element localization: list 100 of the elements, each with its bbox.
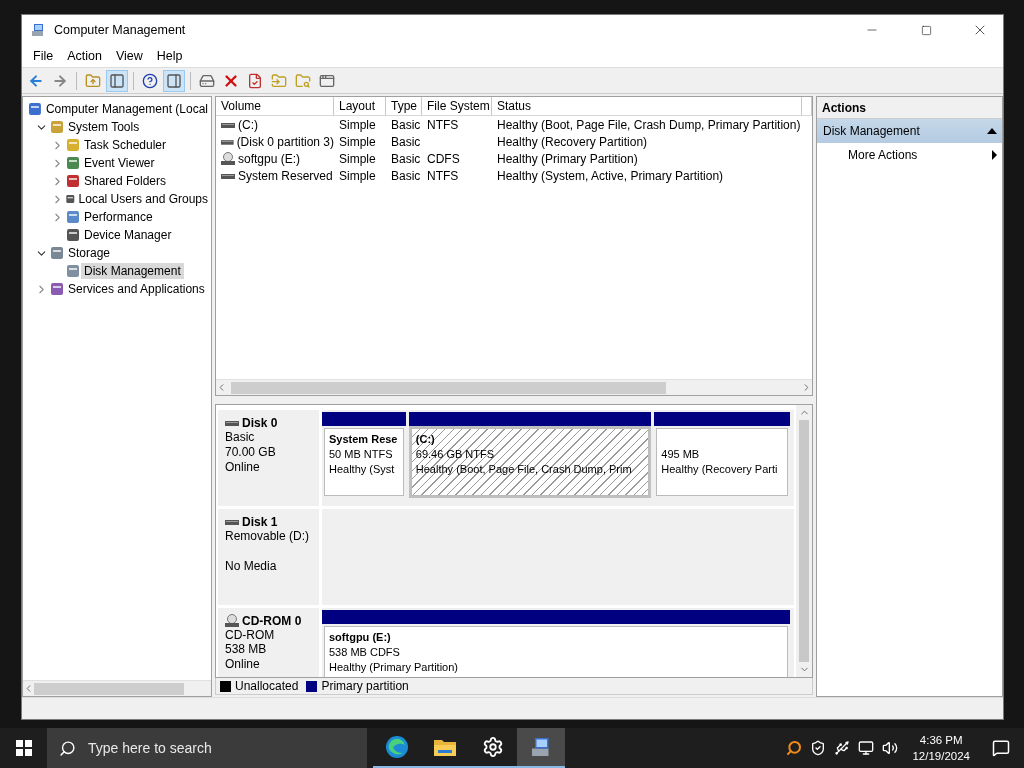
tree-item[interactable]: Computer Management (Local [42, 101, 211, 117]
window-title: Computer Management [54, 23, 187, 37]
partition-title: (C:) [415, 432, 435, 447]
panel-left-icon [109, 72, 125, 89]
forward-arrow-icon [52, 72, 68, 89]
section-title: Disk Management [823, 124, 920, 138]
tree-node-icon [49, 281, 65, 297]
tree-item[interactable]: Event Viewer [81, 155, 158, 171]
menu-item[interactable]: Help [149, 49, 190, 63]
disk-info-text: Removable (D:) [225, 529, 311, 544]
panel-right-icon [166, 72, 182, 89]
folder-search-icon [295, 72, 311, 89]
table-cell: Basic [391, 151, 421, 166]
clock-date: 12/19/2024 [912, 749, 970, 764]
tree-item[interactable]: Services and Applications [65, 281, 208, 297]
tree-item[interactable]: Performance [81, 209, 156, 225]
table-cell: Simple [339, 151, 376, 166]
shield-icon[interactable] [810, 740, 827, 756]
table-cell: Healthy (System, Active, Primary Partition) [497, 168, 724, 183]
partition-box[interactable]: 495 MB Healthy (Recovery Parti [656, 428, 788, 496]
drive-icon [199, 72, 215, 89]
tree-item[interactable]: Device Manager [81, 227, 175, 243]
tree-item[interactable]: Task Scheduler [81, 137, 170, 153]
disk-name: CD-ROM 0 [242, 614, 302, 628]
table-cell: NTFS [427, 117, 459, 132]
tree-node-icon [65, 209, 81, 225]
folder-up-icon [85, 72, 101, 89]
table-cell: Simple [339, 134, 376, 149]
tree-node-icon [49, 245, 65, 261]
partition-box[interactable]: softgpu (E:) 538 MB CDFS Healthy (Primary Partition) [324, 626, 788, 677]
disk-info-text: 70.00 GB [225, 445, 277, 460]
network-icon[interactable] [858, 740, 875, 756]
partition-text: Healthy (Syst [329, 462, 395, 477]
partition-text: 50 MB NTFS [329, 447, 393, 462]
column-header[interactable]: Type [386, 97, 422, 116]
search-icon [59, 739, 76, 757]
cd-drive-icon [225, 614, 239, 628]
tree-node-icon [65, 263, 81, 279]
disk-info-text: Basic [225, 430, 256, 445]
vertical-scrollbar[interactable] [796, 405, 812, 677]
folder-arrow-icon [271, 72, 287, 89]
partition-text: 495 MB [661, 447, 700, 462]
volume-icon[interactable] [882, 740, 899, 756]
table-cell: Basic [391, 134, 421, 149]
menu-item[interactable]: File [26, 49, 61, 63]
legend-label: Primary partition [321, 679, 409, 693]
menu-item[interactable]: Action [60, 49, 109, 63]
partition-box[interactable]: (C:) 69.46 GB NTFS Healthy (Boot, Page File, Crash Dump, Prim [410, 428, 650, 496]
table-cell: (C:) [238, 117, 258, 132]
table-cell: System Reserved [238, 168, 333, 183]
clock[interactable]: 4:36 PM 12/19/2024 [912, 732, 970, 764]
horizontal-scrollbar[interactable] [216, 379, 812, 395]
table-cell: softgpu (E:) [238, 151, 301, 166]
disk-name: Disk 1 [242, 515, 278, 529]
legend-label: Unallocated [235, 679, 299, 693]
partition-box[interactable]: System Rese 50 MB NTFS Healthy (Syst [324, 428, 404, 496]
actions-header: Actions [817, 97, 1002, 119]
tree-item[interactable]: Disk Management [81, 263, 184, 279]
search-field[interactable]: Type here to search [47, 728, 367, 768]
collapse-triangle-icon[interactable] [987, 128, 997, 134]
table-cell: Simple [339, 168, 376, 183]
partition-title: System Rese [329, 432, 398, 447]
browser-icon [385, 735, 409, 759]
tree-item[interactable]: Shared Folders [81, 173, 170, 189]
notifications-icon[interactable] [992, 739, 1010, 757]
file-check-icon [247, 72, 263, 89]
horizontal-scrollbar[interactable] [23, 680, 211, 696]
disk-info-text: CD-ROM [225, 628, 276, 643]
column-header[interactable]: Volume [216, 97, 334, 116]
tree-node-icon [49, 119, 65, 135]
window-icon [319, 72, 335, 89]
menu-item[interactable]: View [108, 49, 150, 63]
tree-item[interactable]: Storage [65, 245, 114, 261]
column-header[interactable]: File System [422, 97, 492, 116]
table-cell: Simple [339, 117, 376, 132]
partition-text: 538 MB CDFS [329, 645, 400, 660]
tree-node-icon [65, 137, 81, 153]
action-pane-button[interactable] [163, 69, 185, 92]
actions-section[interactable]: Disk Management [817, 119, 1002, 143]
table-cell: Healthy (Recovery Partition) [497, 134, 648, 149]
disk-name: Disk 0 [242, 416, 278, 430]
folder-icon [433, 737, 457, 757]
disk-info-text: Online [225, 460, 261, 475]
usb-icon[interactable] [834, 740, 851, 756]
disk-info-text: 538 MB [225, 642, 268, 657]
search-tool-icon[interactable] [786, 740, 803, 756]
partition-text: Healthy (Recovery Parti [661, 462, 778, 477]
partition-text: Healthy (Boot, Page File, Crash Dump, Prim [415, 462, 632, 477]
action-link[interactable]: More Actions [848, 148, 918, 162]
column-header[interactable]: Status [492, 97, 802, 116]
table-cell: Basic [391, 117, 421, 132]
tree-item[interactable]: System Tools [65, 119, 143, 135]
settings-icon [482, 736, 504, 758]
console-tree-button[interactable] [106, 69, 128, 92]
help-icon [142, 72, 158, 89]
table-cell: CDFS [427, 151, 460, 166]
tree-item[interactable]: Local Users and Groups [75, 191, 211, 207]
column-header[interactable]: Layout [334, 97, 386, 116]
table-cell: NTFS [427, 168, 459, 183]
table-cell: Basic [391, 168, 421, 183]
